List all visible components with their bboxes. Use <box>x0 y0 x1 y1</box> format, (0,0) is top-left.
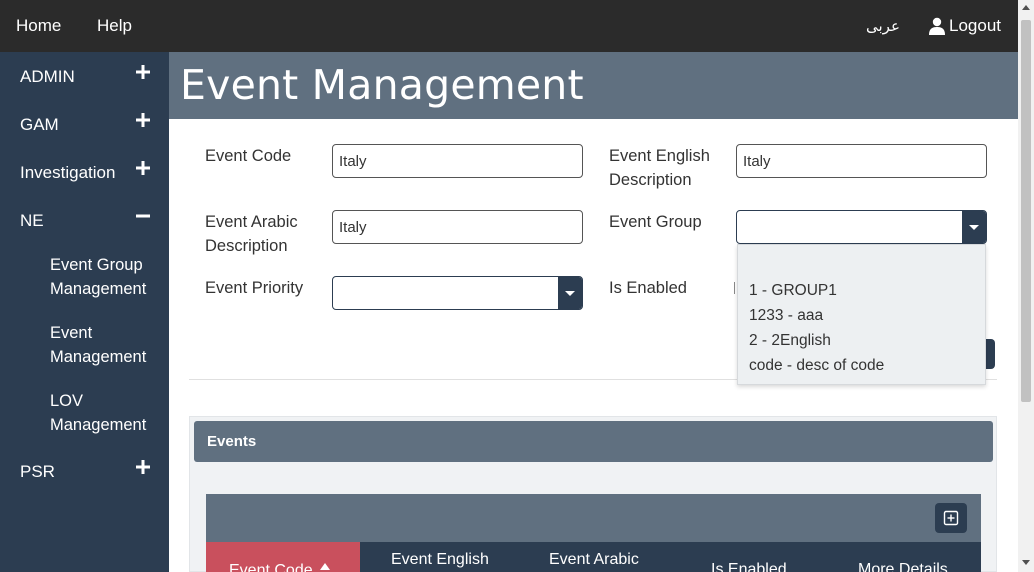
event-priority-label: Event Priority <box>205 279 304 297</box>
sidebar-item-psr[interactable]: PSR <box>20 462 55 482</box>
events-table-header: Event Code Event English Event Arabic Is… <box>206 542 981 572</box>
chevron-down-icon[interactable] <box>962 211 986 243</box>
scrollbar-thumb[interactable] <box>1021 20 1031 402</box>
events-panel-header: Events <box>194 421 993 462</box>
sidebar-subitem-label: Management <box>50 348 147 366</box>
column-header-more-details[interactable]: More Details <box>858 561 948 572</box>
sort-ascending-icon[interactable] <box>320 562 330 570</box>
event-english-description-label: Event English Description <box>609 144 710 192</box>
chevron-down-icon[interactable] <box>558 277 582 309</box>
scroll-down-icon[interactable] <box>1022 560 1030 565</box>
nav-help-link[interactable]: Help <box>97 16 132 36</box>
dropdown-option[interactable]: 2 - 2English <box>749 332 831 350</box>
dropdown-option[interactable]: 1 - GROUP1 <box>749 282 837 300</box>
label-line: Description <box>205 237 288 255</box>
sidebar-subitem-event-group-management[interactable]: Event Group Management <box>50 253 146 301</box>
sidebar: ADMIN GAM Investigation NE Event Group M… <box>0 52 169 572</box>
event-priority-select[interactable] <box>332 276 583 310</box>
logout-link[interactable]: Logout <box>929 16 1001 36</box>
top-navbar: Home Help عربى Logout <box>0 0 1018 52</box>
column-header-event-code[interactable]: Event Code <box>229 562 313 572</box>
event-code-input[interactable] <box>332 144 583 178</box>
column-header-is-enabled[interactable]: Is Enabled <box>711 561 787 572</box>
column-header-event-english[interactable]: Event English <box>391 551 489 569</box>
nav-home-link[interactable]: Home <box>16 16 61 36</box>
event-arabic-description-input[interactable] <box>332 210 583 244</box>
table-toolbar <box>206 494 981 542</box>
sidebar-subitem-label: Management <box>50 280 147 298</box>
event-group-label: Event Group <box>609 213 702 231</box>
plus-icon[interactable] <box>136 113 150 127</box>
user-icon <box>929 17 945 35</box>
sidebar-subitem-label: Event <box>50 324 93 342</box>
dropdown-option[interactable]: 1233 - aaa <box>749 307 823 325</box>
plus-icon[interactable] <box>136 65 150 79</box>
sidebar-subitem-label: Event Group <box>50 256 143 274</box>
page-title: Event Management <box>180 61 584 109</box>
expand-table-button[interactable] <box>935 503 967 533</box>
event-english-description-input[interactable] <box>736 144 987 178</box>
vertical-scrollbar[interactable] <box>1018 0 1034 572</box>
page-header: Event Management <box>169 52 1018 119</box>
plus-square-icon <box>943 510 959 526</box>
dropdown-option[interactable]: code - desc of code <box>749 357 884 375</box>
sidebar-subitem-event-management[interactable]: Event Management <box>50 321 146 369</box>
logout-label: Logout <box>949 16 1001 35</box>
sidebar-item-admin[interactable]: ADMIN <box>20 67 75 87</box>
scroll-up-icon[interactable] <box>1022 5 1030 10</box>
sidebar-subitem-lov-management[interactable]: LOV Management <box>50 389 146 437</box>
minus-icon[interactable] <box>136 209 150 223</box>
plus-icon[interactable] <box>136 161 150 175</box>
label-line: Event Arabic <box>205 213 298 231</box>
event-arabic-description-label: Event Arabic Description <box>205 210 298 258</box>
label-line: Description <box>609 171 692 189</box>
event-code-label: Event Code <box>205 147 292 165</box>
is-enabled-label: Is Enabled <box>609 279 687 297</box>
sidebar-subitem-label: Management <box>50 416 147 434</box>
label-line: Event English <box>609 147 710 165</box>
sidebar-item-gam[interactable]: GAM <box>20 115 59 135</box>
sidebar-item-investigation[interactable]: Investigation <box>20 163 115 183</box>
sidebar-subitem-label: LOV <box>50 392 84 410</box>
sidebar-item-ne[interactable]: NE <box>20 211 44 231</box>
language-toggle-link[interactable]: عربى <box>866 17 900 35</box>
event-group-select[interactable] <box>736 210 987 244</box>
events-panel-title: Events <box>207 433 257 450</box>
column-header-event-arabic[interactable]: Event Arabic <box>549 551 639 569</box>
event-group-dropdown-list: 1 - GROUP1 1233 - aaa 2 - 2English code … <box>737 244 986 385</box>
plus-icon[interactable] <box>136 460 150 474</box>
